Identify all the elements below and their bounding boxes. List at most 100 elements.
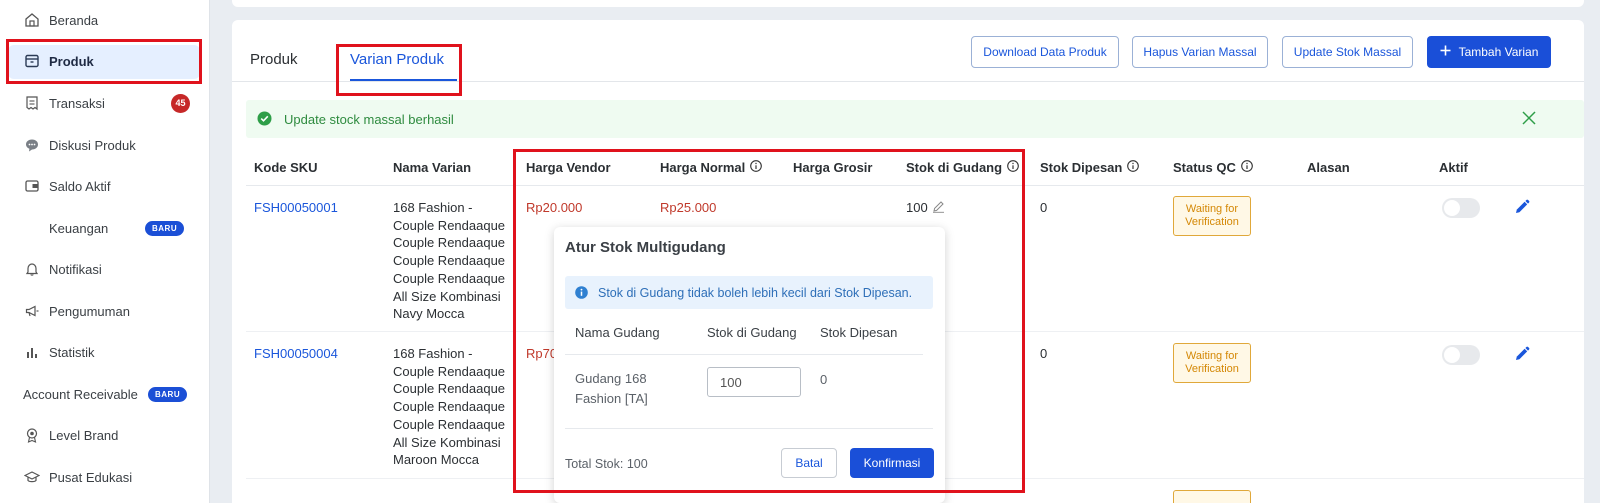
megaphone-icon <box>24 303 40 319</box>
sidebar-item-statistik[interactable]: Statistik <box>0 334 210 370</box>
sidebar-item-saldo-aktif[interactable]: Saldo Aktif <box>0 168 210 204</box>
info-circle-icon <box>575 286 588 304</box>
close-icon[interactable] <box>1522 111 1536 130</box>
total-stock: Total Stok: 100 <box>565 457 648 471</box>
sidebar-item-notifikasi[interactable]: Notifikasi <box>0 251 210 287</box>
qc-status-badge: Waiting for Verification <box>1173 343 1251 383</box>
info-icon[interactable] <box>1007 160 1019 175</box>
sidebar-item-diskusi-produk[interactable]: Diskusi Produk <box>0 127 210 163</box>
tambah-varian-button[interactable]: Tambah Varian <box>1427 36 1551 68</box>
confirm-button[interactable]: Konfirmasi <box>850 448 934 478</box>
home-icon <box>24 12 40 28</box>
update-stok-massal-button[interactable]: Update Stok Massal <box>1282 36 1413 68</box>
tab-produk[interactable]: Produk <box>250 51 298 68</box>
column-header-kode-sku: Kode SKU <box>254 160 318 175</box>
column-header-stok-di-gudang: Stok di Gudang <box>707 325 797 340</box>
new-badge: BARU <box>148 386 188 402</box>
sidebar-item-account-receivable[interactable]: Account Receivable BARU <box>0 376 210 412</box>
popover-title: Atur Stok Multigudang <box>565 239 726 256</box>
info-banner: Stok di Gudang tidak boleh lebih kecil d… <box>565 276 933 309</box>
sidebar-item-label: Diskusi Produk <box>49 137 136 153</box>
sidebar-item-label: Statistik <box>49 344 95 360</box>
column-header-harga-grosir: Harga Grosir <box>793 160 873 175</box>
sidebar-item-label: Produk <box>49 53 94 69</box>
sidebar-item-beranda[interactable]: Beranda <box>0 2 210 38</box>
sku-link[interactable]: FSH00050004 <box>254 345 338 363</box>
download-data-produk-button[interactable]: Download Data Produk <box>971 36 1119 68</box>
info-icon[interactable] <box>1127 160 1140 175</box>
ordered-stock: 0 <box>1040 200 1048 215</box>
edit-pencil-icon[interactable] <box>1514 346 1530 367</box>
sidebar-item-label: Level Brand <box>49 427 119 443</box>
vendor-price: Rp20.000 <box>526 200 583 215</box>
warehouse-name: Gudang 168 Fashion [TA] <box>575 371 648 406</box>
sku-link[interactable]: FSH00050001 <box>254 199 338 217</box>
notification-count-badge: 45 <box>171 93 190 113</box>
sidebar-item-pusat-edukasi[interactable]: Pusat Edukasi <box>0 459 210 495</box>
sidebar-item-label: Beranda <box>49 12 99 28</box>
pencil-edit-icon[interactable] <box>932 200 945 218</box>
column-header-stok-di-gudang: Stok di Gudang <box>906 160 1019 175</box>
cancel-button[interactable]: Batal <box>781 448 837 478</box>
column-header-harga-vendor: Harga Vendor <box>526 160 611 175</box>
check-circle-icon <box>257 111 272 131</box>
medal-icon <box>24 427 40 443</box>
sidebar: Beranda Produk Transaksi 45 Diskusi Prod… <box>0 0 210 503</box>
active-tab-indicator <box>350 79 457 81</box>
popover-divider <box>565 354 923 355</box>
column-header-alasan: Alasan <box>1307 160 1350 175</box>
sidebar-item-produk[interactable]: Produk <box>0 43 210 79</box>
column-header-nama-varian: Nama Varian <box>393 160 472 175</box>
hapus-varian-massal-button[interactable]: Hapus Varian Massal <box>1132 36 1268 68</box>
popover-divider <box>565 428 933 429</box>
qc-status-badge <box>1173 490 1251 503</box>
column-header-aktif: Aktif <box>1439 160 1468 175</box>
tab-varian-produk[interactable]: Varian Produk <box>350 51 444 68</box>
edit-pencil-icon[interactable] <box>1514 199 1530 220</box>
column-header-harga-normal: Harga Normal <box>660 160 763 175</box>
active-toggle[interactable] <box>1442 345 1480 365</box>
sidebar-item-label: Pusat Edukasi <box>49 469 133 485</box>
info-message: Stok di Gudang tidak boleh lebih kecil d… <box>598 285 913 300</box>
info-icon[interactable] <box>750 160 763 175</box>
sidebar-item-label: Account Receivable <box>23 386 138 402</box>
chat-icon <box>24 137 40 153</box>
alert-message: Update stock massal berhasil <box>284 111 454 127</box>
table-divider <box>246 185 1584 186</box>
tabs-divider <box>232 81 1584 82</box>
bar-chart-icon <box>24 344 40 360</box>
ordered-stock: 0 <box>1040 346 1048 361</box>
active-toggle[interactable] <box>1442 198 1480 218</box>
variant-name: 168 Fashion - Couple Rendaaque Couple Rend… <box>393 346 506 468</box>
warehouse-ordered: 0 <box>820 372 828 387</box>
new-badge: BARU <box>145 220 185 236</box>
button-label: Update Stok Massal <box>1293 45 1402 59</box>
info-icon[interactable] <box>1240 160 1253 175</box>
top-card <box>232 0 1584 7</box>
button-label: Hapus Varian Massal <box>1143 45 1257 59</box>
sidebar-item-label: Transaksi <box>49 95 105 111</box>
sidebar-item-label: Keuangan <box>49 220 109 236</box>
button-label: Tambah Varian <box>1458 45 1539 59</box>
sidebar-item-keuangan[interactable]: Keuangan BARU <box>0 210 210 246</box>
graduation-cap-icon <box>24 469 40 485</box>
column-header-status-qc: Status QC <box>1173 160 1253 175</box>
column-header-stok-dipesan: Stok Dipesan <box>820 325 898 340</box>
button-label: Download Data Produk <box>983 45 1107 59</box>
sidebar-item-level-brand[interactable]: Level Brand <box>0 417 210 453</box>
button-label: Batal <box>795 456 823 470</box>
column-header-stok-dipesan: Stok Dipesan <box>1040 160 1140 175</box>
qc-status-badge: Waiting for Verification <box>1173 196 1251 236</box>
receipt-icon <box>24 95 40 111</box>
vendor-price: Rp70 <box>526 346 558 361</box>
sidebar-item-pengumuman[interactable]: Pengumuman <box>0 293 210 329</box>
bell-icon <box>24 261 40 277</box>
success-alert: Update stock massal berhasil <box>246 100 1584 138</box>
sidebar-item-label: Pengumuman <box>49 303 130 319</box>
sidebar-item-transaksi[interactable]: Transaksi 45 <box>0 85 210 121</box>
column-header-nama-gudang: Nama Gudang <box>575 325 660 340</box>
variant-name: 168 Fashion - Couple Rendaaque Couple Rend… <box>393 200 506 322</box>
warehouse-stock-input[interactable]: 100 <box>707 367 801 397</box>
button-label: Konfirmasi <box>863 456 921 470</box>
normal-price: Rp25.000 <box>660 200 717 215</box>
